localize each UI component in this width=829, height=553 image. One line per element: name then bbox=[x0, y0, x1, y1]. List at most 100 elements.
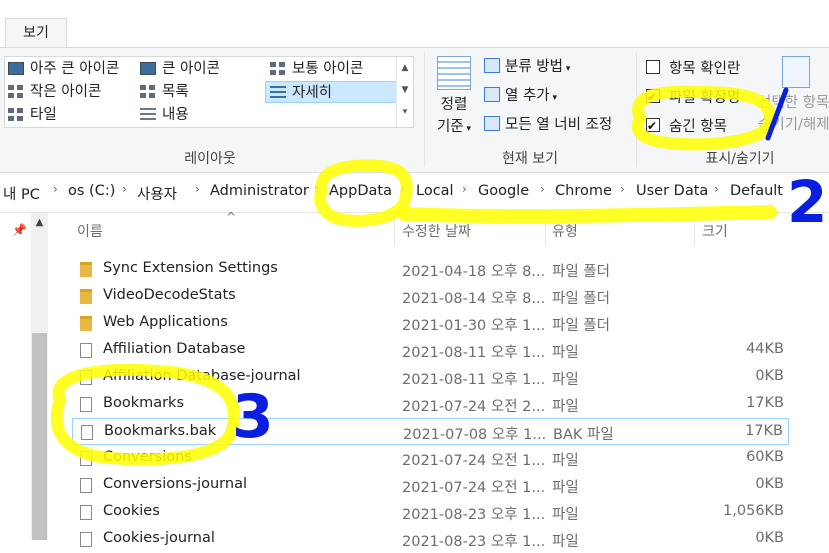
scroll-up-icon[interactable]: ▲ bbox=[31, 217, 48, 228]
ribbon-tab-bar: 보기 bbox=[0, 0, 829, 48]
file-name: Sync Extension Settings bbox=[103, 260, 278, 276]
file-date: 2021-08-23 오후 1... bbox=[402, 534, 546, 550]
chevron-right-icon[interactable]: › bbox=[714, 182, 719, 196]
size-all-columns-button[interactable]: 모든 열 너비 조정 bbox=[484, 114, 612, 136]
file-type: 파일 폴더 bbox=[552, 291, 610, 307]
layout-details[interactable]: 자세히 bbox=[265, 81, 397, 103]
file-name: Cookies bbox=[103, 503, 160, 519]
layout-tiles[interactable]: 타일 bbox=[8, 104, 57, 126]
file-name: Affiliation Database-journal bbox=[103, 368, 301, 384]
column-header-date[interactable]: 수정한 날짜 bbox=[402, 221, 471, 241]
medium-icons-icon bbox=[270, 62, 286, 75]
large-icons-icon bbox=[140, 62, 156, 75]
layout-gallery: 아주 큰 아이콘 큰 아이콘 보통 아이콘 작은 아이콘 목록 자세히 타일 내… bbox=[4, 56, 414, 128]
layout-large-icons[interactable]: 큰 아이콘 bbox=[140, 58, 220, 80]
address-bar[interactable]: 내 PC › os (C:) › 사용자 › Administrator › A… bbox=[0, 174, 829, 213]
layout-list[interactable]: 목록 bbox=[140, 81, 189, 103]
file-type: 파일 bbox=[552, 480, 579, 496]
chevron-right-icon[interactable]: › bbox=[53, 182, 58, 196]
breadcrumb-default[interactable]: Default bbox=[730, 183, 783, 199]
checkbox-icon[interactable] bbox=[646, 60, 660, 74]
list-item[interactable]: VideoDecodeStats 2021-08-14 오후 8... 파일 폴… bbox=[72, 283, 789, 310]
breadcrumb-user-data[interactable]: User Data bbox=[636, 183, 708, 199]
file-type: 파일 bbox=[552, 345, 579, 361]
list-item[interactable]: Bookmarks 2021-07-24 오전 2... 파일 17KB bbox=[72, 391, 789, 418]
content-icon bbox=[140, 108, 156, 121]
file-size: 17KB bbox=[745, 423, 783, 439]
layout-small-icons[interactable]: 작은 아이콘 bbox=[8, 81, 101, 103]
file-name: Bookmarks bbox=[103, 395, 185, 411]
breadcrumb-google[interactable]: Google bbox=[478, 183, 529, 199]
breadcrumb-users[interactable]: 사용자 bbox=[137, 183, 177, 204]
column-divider[interactable] bbox=[694, 216, 695, 246]
column-header-size[interactable]: 크기 bbox=[702, 221, 728, 241]
layout-extra-large-icons[interactable]: 아주 큰 아이콘 bbox=[8, 58, 119, 80]
chevron-right-icon[interactable]: › bbox=[195, 182, 200, 196]
ribbon: 아주 큰 아이콘 큰 아이콘 보통 아이콘 작은 아이콘 목록 자세히 타일 내… bbox=[0, 47, 829, 173]
folder-icon bbox=[80, 262, 92, 277]
file-name: Conversions bbox=[103, 449, 192, 465]
file-name-extensions-toggle[interactable]: 파일 확장명 bbox=[646, 86, 740, 109]
group-label-show-hide: 표시/숨기기 bbox=[705, 151, 775, 167]
breadcrumb-administrator[interactable]: Administrator bbox=[210, 183, 309, 199]
file-size: 0KB bbox=[755, 530, 784, 546]
sort-icon bbox=[437, 56, 471, 90]
breadcrumb-this-pc[interactable]: 내 PC bbox=[3, 183, 40, 204]
layout-gallery-scroller[interactable]: ▲ ▼ ▾ bbox=[396, 57, 413, 127]
checkbox-checked-icon[interactable] bbox=[646, 86, 660, 108]
scroll-up-icon[interactable]: ▲ bbox=[397, 57, 413, 79]
add-columns-button[interactable]: 열 추가 ▾ bbox=[484, 85, 557, 107]
chevron-right-icon[interactable]: › bbox=[620, 182, 625, 196]
file-size: 44KB bbox=[746, 341, 784, 357]
column-header-name[interactable]: 이름 bbox=[77, 221, 103, 241]
file-size: 0KB bbox=[755, 476, 784, 492]
item-check-boxes-toggle[interactable]: 항목 확인란 bbox=[646, 58, 740, 80]
list-item[interactable]: Conversions 2021-07-24 오전 1... 파일 60KB bbox=[72, 445, 789, 472]
expand-gallery-icon[interactable]: ▾ bbox=[397, 101, 413, 123]
chevron-right-icon[interactable]: › bbox=[462, 182, 467, 196]
layout-medium-icons[interactable]: 보통 아이콘 bbox=[270, 58, 363, 80]
list-item[interactable]: Affiliation Database 2021-08-11 오후 1... … bbox=[72, 337, 789, 364]
list-item[interactable]: Web Applications 2021-01-30 오후 1... 파일 폴… bbox=[72, 310, 789, 337]
list-item[interactable]: Sync Extension Settings 2021-04-18 오후 8.… bbox=[72, 256, 789, 283]
list-item-focused[interactable]: Bookmarks.bak 2021-07-08 오후 1... BAK 파일 … bbox=[72, 418, 789, 445]
breadcrumb-local[interactable]: Local bbox=[416, 183, 454, 199]
sort-ascending-icon: ^ bbox=[226, 210, 237, 224]
small-icons-icon bbox=[8, 85, 24, 98]
breadcrumb-appdata[interactable]: AppData bbox=[329, 183, 392, 199]
file-date: 2021-01-30 오후 1... bbox=[402, 318, 546, 334]
checkbox-checked-icon[interactable] bbox=[646, 115, 660, 137]
tab-view[interactable]: 보기 bbox=[5, 18, 67, 48]
file-icon bbox=[80, 478, 92, 493]
file-date: 2021-08-11 오후 1... bbox=[402, 372, 546, 388]
hidden-items-toggle[interactable]: 숨긴 항목 bbox=[646, 115, 727, 138]
layout-content[interactable]: 내용 bbox=[140, 104, 189, 126]
column-header-type[interactable]: 유형 bbox=[552, 221, 578, 241]
chevron-right-icon[interactable]: › bbox=[314, 182, 319, 196]
file-type: 파일 폴더 bbox=[552, 264, 610, 280]
list-item[interactable]: Conversions-journal 2021-07-24 오전 1... 파… bbox=[72, 472, 789, 499]
details-icon bbox=[270, 86, 286, 99]
scrollbar-thumb[interactable] bbox=[32, 333, 47, 540]
scroll-down-icon[interactable]: ▼ bbox=[397, 79, 413, 101]
folder-icon bbox=[80, 316, 92, 331]
file-name: VideoDecodeStats bbox=[103, 287, 236, 303]
file-size: 1,056KB bbox=[723, 503, 784, 519]
chevron-right-icon[interactable]: › bbox=[540, 182, 545, 196]
column-divider[interactable] bbox=[545, 216, 546, 246]
breadcrumb-chrome[interactable]: Chrome bbox=[555, 183, 612, 199]
ribbon-separator bbox=[424, 52, 425, 167]
group-by-button[interactable]: 분류 방법 ▾ bbox=[484, 56, 570, 78]
breadcrumb-os-c[interactable]: os (C:) bbox=[68, 183, 115, 199]
list-item[interactable]: Affiliation Database-journal 2021-08-11 … bbox=[72, 364, 789, 391]
pin-icon[interactable]: 📌 bbox=[12, 223, 27, 237]
chevron-right-icon[interactable]: › bbox=[122, 182, 127, 196]
add-columns-icon bbox=[484, 87, 500, 102]
chevron-right-icon[interactable]: › bbox=[400, 182, 405, 196]
sort-by-button[interactable]: 정렬 기준 ▾ bbox=[432, 56, 476, 140]
navigation-scrollbar[interactable]: ▲ bbox=[31, 213, 48, 540]
list-icon bbox=[140, 85, 156, 98]
column-divider[interactable] bbox=[394, 216, 395, 246]
hide-selected-items-button[interactable]: 선택한 항목 숨기기/해제 bbox=[758, 56, 829, 136]
list-item[interactable]: Cookies 2021-08-23 오후 1... 파일 1,056KB bbox=[72, 499, 789, 526]
